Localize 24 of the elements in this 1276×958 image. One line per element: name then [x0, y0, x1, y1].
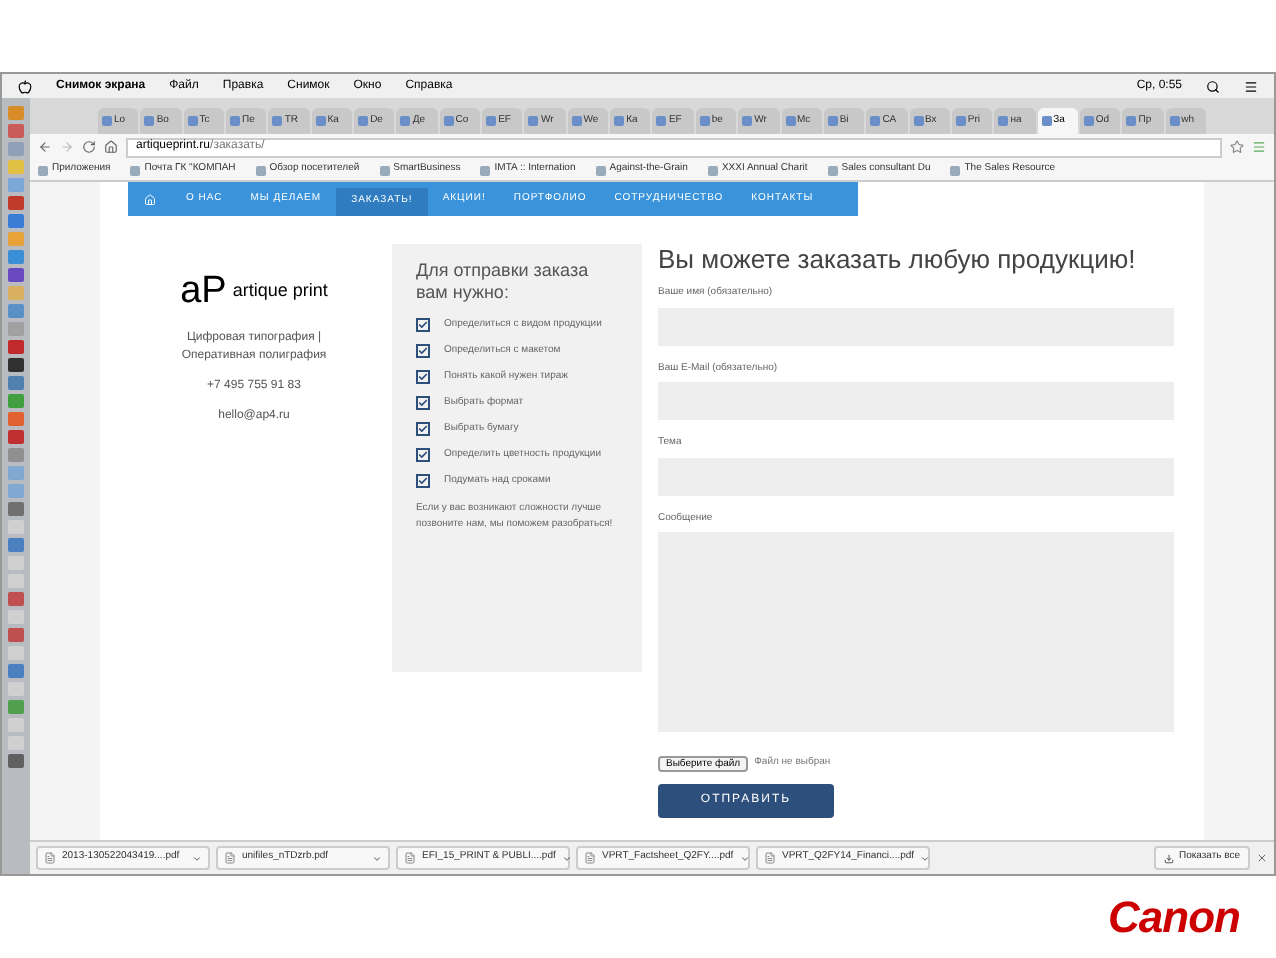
close-icon[interactable] — [1256, 852, 1268, 864]
logo-text: artique print — [232, 277, 328, 304]
menu-icon[interactable] — [1244, 79, 1258, 93]
brand-logo: Canon — [1108, 890, 1240, 946]
checklist-title: Для отправки заказа вам нужно: — [416, 260, 591, 304]
caret-icon[interactable] — [920, 853, 931, 863]
search-icon[interactable] — [1206, 79, 1220, 93]
logo-mark: aP — [180, 272, 227, 310]
file-icon — [44, 852, 56, 864]
file-icon — [764, 852, 776, 864]
file-icon — [224, 852, 236, 864]
caret-icon[interactable] — [739, 853, 750, 863]
reload-icon[interactable] — [82, 140, 96, 154]
file-icon — [584, 852, 596, 864]
home-icon[interactable] — [104, 140, 118, 154]
star-icon[interactable] — [1230, 140, 1244, 154]
form-title: Вы можете заказать любую продукцию! — [658, 244, 1138, 276]
back-icon[interactable] — [38, 140, 52, 154]
caret-icon[interactable] — [561, 853, 572, 863]
caret-icon[interactable] — [372, 853, 382, 863]
file-icon — [404, 852, 416, 864]
apple-icon[interactable] — [18, 79, 32, 93]
caret-icon[interactable] — [192, 853, 202, 863]
download-icon — [1164, 853, 1175, 863]
